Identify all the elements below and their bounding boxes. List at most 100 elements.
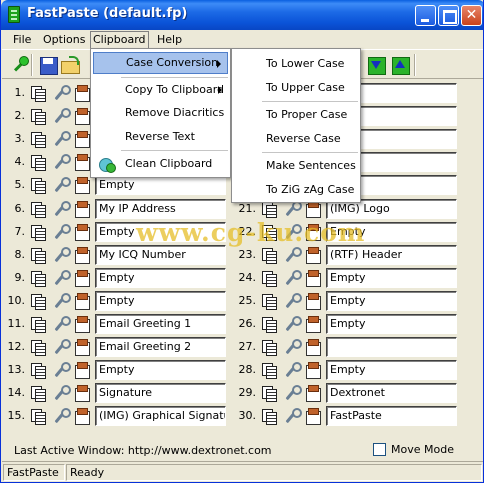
- submenu-arrow-icon: [218, 86, 222, 94]
- menu-help[interactable]: Help: [155, 32, 184, 48]
- menu-item-to-zigzag-case[interactable]: To ZiG zAg Case: [234, 179, 358, 201]
- menu-item-label: Make Sentences: [266, 159, 356, 172]
- slot-number: 30.: [238, 409, 257, 422]
- clipboard-icon[interactable]: [305, 201, 321, 218]
- slot-field[interactable]: Empty: [326, 291, 457, 311]
- checkbox-box[interactable]: [373, 443, 386, 456]
- slot-row: 25. Empty: [1, 291, 483, 311]
- copy-icon[interactable]: [261, 385, 277, 402]
- menu-item-copy-to-clipboard[interactable]: Copy To Clipboard: [93, 79, 228, 101]
- wrench-icon[interactable]: [283, 270, 302, 286]
- submenu-arrow-icon: [217, 60, 221, 68]
- wrench-icon[interactable]: [283, 408, 302, 424]
- wrench-icon[interactable]: [283, 316, 302, 332]
- menu-item-to-lower-case[interactable]: To Lower Case: [234, 53, 358, 75]
- clipboard-icon[interactable]: [305, 247, 321, 264]
- slot-field[interactable]: Empty: [326, 360, 457, 380]
- clipboard-menu: Case Conversion Copy To Clipboard Remove…: [90, 48, 231, 178]
- window-title: FastPaste (default.fp): [27, 6, 188, 21]
- menu-item-remove-diacritics[interactable]: Remove Diacritics: [93, 102, 228, 124]
- title-bar[interactable]: FastPaste (default.fp) ✕: [1, 0, 483, 30]
- menu-separator: [121, 150, 228, 151]
- menu-item-label: To Lower Case: [266, 57, 345, 70]
- fastpaste-window: FastPaste (default.fp) ✕ File Options Cl…: [0, 0, 484, 483]
- slot-number: 23.: [238, 248, 257, 261]
- menu-item-reverse-case[interactable]: Reverse Case: [234, 128, 358, 150]
- app-icon: [8, 6, 20, 23]
- slot-row: 30. FastPaste: [1, 406, 483, 426]
- slot-row: 29. Dextronet: [1, 383, 483, 403]
- menu-item-label: To ZiG zAg Case: [266, 183, 355, 196]
- slot-field[interactable]: Dextronet: [326, 383, 457, 403]
- menu-options[interactable]: Options: [41, 32, 87, 48]
- menu-bar: File Options Clipboard Help: [2, 30, 483, 49]
- menu-file[interactable]: File: [11, 32, 33, 48]
- menu-clipboard[interactable]: Clipboard: [90, 31, 149, 49]
- slot-field[interactable]: Empty: [326, 268, 457, 288]
- slot-row: 26. Empty: [1, 314, 483, 334]
- slot-number: 24.: [238, 271, 257, 284]
- slot-number: 26.: [238, 317, 257, 330]
- maximize-button[interactable]: [438, 5, 459, 26]
- wrench-icon[interactable]: [283, 247, 302, 263]
- menu-item-to-proper-case[interactable]: To Proper Case: [234, 104, 358, 126]
- menu-item-label: Reverse Case: [266, 132, 341, 145]
- menu-item-label: Clean Clipboard: [125, 157, 213, 170]
- open-folder-icon[interactable]: [60, 55, 80, 75]
- menu-item-label: To Upper Case: [266, 81, 345, 94]
- clipboard-icon[interactable]: [305, 362, 321, 379]
- slot-field[interactable]: FastPaste: [326, 406, 457, 426]
- save-icon[interactable]: [38, 55, 58, 75]
- wrench-icon[interactable]: [283, 293, 302, 309]
- slot-number: 21.: [238, 202, 257, 215]
- move-mode-label: Move Mode: [391, 443, 454, 456]
- menu-item-reverse-text[interactable]: Reverse Text: [93, 126, 228, 148]
- status-bar: FastPaste Ready: [2, 461, 483, 481]
- move-down-icon[interactable]: [366, 55, 386, 75]
- menu-item-label: Remove Diacritics: [125, 106, 225, 119]
- slot-number: 28.: [238, 363, 257, 376]
- clipboard-icon[interactable]: [305, 385, 321, 402]
- move-up-icon[interactable]: [390, 55, 410, 75]
- slot-field[interactable]: (RTF) Header: [326, 245, 457, 265]
- menu-item-clean-clipboard[interactable]: Clean Clipboard: [93, 153, 228, 175]
- menu-item-label: Reverse Text: [125, 130, 195, 143]
- toolbar-separator: [414, 54, 416, 76]
- slot-number: 29.: [238, 386, 257, 399]
- slot-field[interactable]: [326, 337, 457, 357]
- close-button[interactable]: ✕: [461, 5, 482, 26]
- copy-icon[interactable]: [261, 201, 277, 218]
- clipboard-icon[interactable]: [305, 408, 321, 425]
- wrench-icon[interactable]: [283, 385, 302, 401]
- slot-row: 23. (RTF) Header: [1, 245, 483, 265]
- move-mode-checkbox[interactable]: Move Mode: [373, 443, 454, 456]
- pin-icon[interactable]: [10, 55, 30, 75]
- menu-item-to-upper-case[interactable]: To Upper Case: [234, 77, 358, 99]
- copy-icon[interactable]: [261, 408, 277, 425]
- menu-item-case-conversion[interactable]: Case Conversion: [93, 52, 228, 74]
- status-app-name: FastPaste: [3, 464, 65, 481]
- wrench-icon[interactable]: [283, 201, 302, 217]
- clipboard-icon[interactable]: [305, 270, 321, 287]
- copy-icon[interactable]: [261, 270, 277, 287]
- menu-item-label: Copy To Clipboard: [125, 83, 225, 96]
- wrench-icon[interactable]: [283, 339, 302, 355]
- clipboard-icon[interactable]: [305, 293, 321, 310]
- copy-icon[interactable]: [261, 293, 277, 310]
- clipboard-icon[interactable]: [305, 339, 321, 356]
- menu-item-make-sentences[interactable]: Make Sentences: [234, 155, 358, 177]
- wrench-icon[interactable]: [283, 362, 302, 378]
- last-active-window-label: Last Active Window: http://www.dextronet…: [14, 444, 272, 457]
- slot-field[interactable]: Empty: [326, 314, 457, 334]
- menu-item-label: To Proper Case: [266, 108, 348, 121]
- copy-icon[interactable]: [261, 316, 277, 333]
- minimize-button[interactable]: [415, 5, 436, 26]
- copy-icon[interactable]: [261, 339, 277, 356]
- clipboard-icon[interactable]: [305, 316, 321, 333]
- slot-row: 28. Empty: [1, 360, 483, 380]
- case-conversion-submenu: To Lower Case To Upper Case To Proper Ca…: [231, 48, 361, 203]
- copy-icon[interactable]: [261, 362, 277, 379]
- slot-number: 27.: [238, 340, 257, 353]
- toolbar-separator: [31, 54, 33, 76]
- copy-icon[interactable]: [261, 247, 277, 264]
